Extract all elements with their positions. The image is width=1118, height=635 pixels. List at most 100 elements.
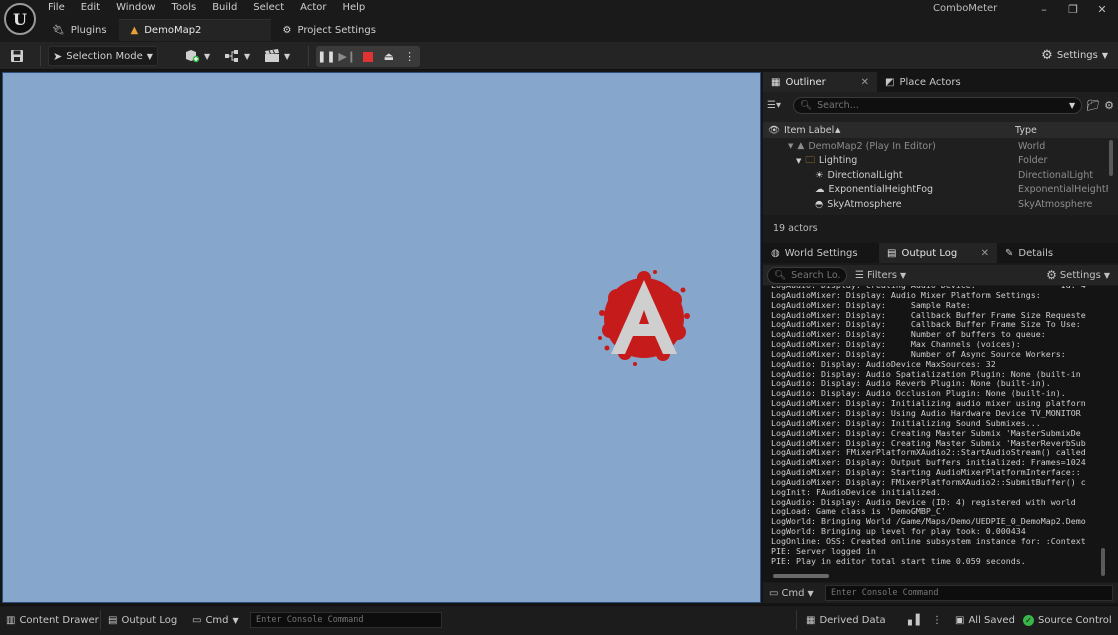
add-folder-icon[interactable]: 📁︎ xyxy=(1086,99,1100,112)
all-saved-label: All Saved xyxy=(968,614,1015,626)
place-actors-icon: ◩ xyxy=(885,76,895,88)
type-header[interactable]: Type xyxy=(1015,125,1037,136)
network-status-icon[interactable]: ▖▌ xyxy=(908,612,923,628)
tab-details[interactable]: ✎ Details xyxy=(997,243,1061,263)
menu-build[interactable]: Build xyxy=(204,1,245,15)
check-circle-icon: ✓ xyxy=(1023,614,1034,626)
all-saved-button[interactable]: ▣ All Saved xyxy=(955,612,1015,628)
maximize-button[interactable]: ❐ xyxy=(1061,2,1085,18)
save-button[interactable] xyxy=(6,46,28,66)
gear-icon: ⚙ xyxy=(1046,268,1057,282)
tab-label: Output Log xyxy=(901,247,958,259)
menu-edit[interactable]: Edit xyxy=(73,1,108,15)
bars-icon: ▖▌ xyxy=(908,614,924,626)
unreal-logo-icon[interactable]: U xyxy=(4,3,36,35)
close-button[interactable]: ✕ xyxy=(1090,2,1114,18)
log-search-box[interactable]: 🔍︎ xyxy=(767,266,847,284)
frame-advance-icon[interactable]: ▶❙ xyxy=(338,50,356,64)
menu-tools[interactable]: Tools xyxy=(164,1,205,15)
menu-actor[interactable]: Actor xyxy=(292,1,334,15)
cinematics-button[interactable]: ▼ xyxy=(260,46,294,66)
tab-project-settings[interactable]: ⚙ Project Settings xyxy=(271,19,388,41)
sort-up-icon: ▲ xyxy=(835,126,841,134)
tab-demomap2[interactable]: ▲ DemoMap2 xyxy=(118,19,271,41)
log-console-input[interactable] xyxy=(825,585,1113,601)
menu-window[interactable]: Window xyxy=(108,1,163,15)
tab-label: World Settings xyxy=(784,247,858,259)
status-console-input[interactable] xyxy=(250,612,442,628)
pause-icon[interactable]: ❚❚ xyxy=(317,50,335,64)
selection-mode-label: Selection Mode xyxy=(66,50,143,62)
tree-type: ExponentialHeightF xyxy=(1018,184,1108,196)
outliner-tree: ▼ ▲ DemoMap2 (Play In Editor) World ▼ 🗀︎… xyxy=(763,139,1111,212)
log-cmd-dropdown[interactable]: ▭ Cmd ▼ xyxy=(769,588,825,599)
expand-arrow-icon[interactable]: ▼ xyxy=(796,157,801,165)
outliner-icon: ▦ xyxy=(771,76,781,88)
tab-world-settings[interactable]: ◍ World Settings xyxy=(763,243,879,263)
eject-icon[interactable]: ⏏ xyxy=(382,50,396,64)
tree-row-lighting[interactable]: ▼ 🗀︎ Lighting Folder xyxy=(763,154,1111,169)
clapperboard-icon xyxy=(265,49,279,62)
status-output-log-button[interactable]: ▤ Output Log xyxy=(108,612,177,628)
outliner-scrollbar[interactable] xyxy=(1109,140,1113,176)
tree-label: DemoMap2 (Play In Editor) xyxy=(808,140,936,152)
stop-icon[interactable] xyxy=(361,50,375,64)
log-line: PIE: Play in editor total start time 0.0… xyxy=(771,555,1026,566)
tree-row-height-fog[interactable]: ☁ ExponentialHeightFog ExponentialHeight… xyxy=(763,183,1111,198)
menu-file[interactable]: File xyxy=(40,1,73,15)
chevron-down-icon: ▼ xyxy=(899,270,907,280)
tab-plugins[interactable]: 🔌︎ Plugins xyxy=(40,19,119,41)
filter-icon[interactable]: ☰▾ xyxy=(767,100,789,111)
add-actor-button[interactable]: ▼ xyxy=(180,46,214,66)
minimize-button[interactable]: – xyxy=(1032,2,1056,18)
lower-tab-bar: ◍ World Settings ▤ Output Log ✕ ✎ Detail… xyxy=(763,243,1118,263)
chevron-down-icon: ▼ xyxy=(232,615,239,625)
log-scrollbar[interactable] xyxy=(1101,548,1105,576)
toolbar-settings-button[interactable]: ⚙ Settings ▼ xyxy=(1041,48,1108,63)
menu-help[interactable]: Help xyxy=(334,1,373,15)
tree-row-world[interactable]: ▼ ▲ DemoMap2 (Play In Editor) World xyxy=(763,139,1111,154)
more-options-icon[interactable]: ⋮ xyxy=(932,612,942,628)
selection-mode-dropdown[interactable]: ➤ Selection Mode ▼ xyxy=(48,46,158,66)
search-icon: 🔍︎ xyxy=(800,99,813,111)
expand-arrow-icon[interactable]: ▼ xyxy=(788,142,793,150)
visibility-eye-icon[interactable]: 👁︎ xyxy=(768,125,780,136)
tree-type: Folder xyxy=(1018,155,1048,167)
blueprint-button[interactable]: ▼ xyxy=(220,46,254,66)
atmosphere-icon: ◓ xyxy=(815,198,824,210)
tab-outliner[interactable]: ▦ Outliner ✕ xyxy=(763,72,877,92)
derived-data-button[interactable]: ▦ Derived Data xyxy=(806,612,886,628)
output-log-toolbar: 🔍︎ ☰ Filters ▼ ⚙ Settings ▼ xyxy=(763,265,1118,285)
log-search-input[interactable] xyxy=(791,269,840,281)
status-cmd-dropdown[interactable]: ▭ Cmd ▼ xyxy=(192,612,239,628)
terminal-icon: ▭ xyxy=(192,614,202,626)
level-viewport[interactable] xyxy=(2,72,761,603)
gear-icon[interactable]: ⚙ xyxy=(1104,99,1114,112)
chevron-down-icon: ▼ xyxy=(146,51,153,61)
outliner-search-box[interactable]: 🔍︎ ▼ xyxy=(793,96,1083,114)
combo-meter-logo-icon xyxy=(598,270,690,366)
close-icon[interactable]: ✕ xyxy=(981,248,989,259)
output-log-area[interactable]: LogAudio: Display: Creating Audio Device… xyxy=(763,286,1118,582)
log-settings-button[interactable]: ⚙ Settings ▼ xyxy=(1046,268,1110,282)
source-control-button[interactable]: ✓ Source Control xyxy=(1023,612,1112,628)
tree-type: DirectionalLight xyxy=(1018,169,1094,181)
derived-data-icon: ▦ xyxy=(806,614,816,626)
cmd-label: Cmd xyxy=(205,614,229,626)
tab-place-actors[interactable]: ◩ Place Actors xyxy=(877,72,969,92)
tree-row-directional-light[interactable]: ☀ DirectionalLight DirectionalLight xyxy=(763,168,1111,183)
tree-row-sky-atmosphere[interactable]: ◓ SkyAtmosphere SkyAtmosphere xyxy=(763,197,1111,212)
log-horizontal-scrollbar[interactable] xyxy=(773,574,829,578)
outliner-search-input[interactable] xyxy=(817,99,1064,111)
tab-output-log[interactable]: ▤ Output Log ✕ xyxy=(879,243,997,263)
content-drawer-button[interactable]: ▥ Content Drawer xyxy=(6,612,99,628)
sun-icon: ☀ xyxy=(815,169,824,181)
filters-button[interactable]: ☰ Filters ▼ xyxy=(855,270,906,281)
close-icon[interactable]: ✕ xyxy=(861,77,869,88)
fog-icon: ☁ xyxy=(815,184,825,196)
chevron-down-icon[interactable]: ▼ xyxy=(1069,101,1075,110)
more-options-icon[interactable]: ⋮ xyxy=(403,50,417,64)
item-label-header[interactable]: Item Label xyxy=(784,125,834,136)
menu-select[interactable]: Select xyxy=(245,1,292,15)
chevron-down-icon: ▼ xyxy=(204,51,211,61)
